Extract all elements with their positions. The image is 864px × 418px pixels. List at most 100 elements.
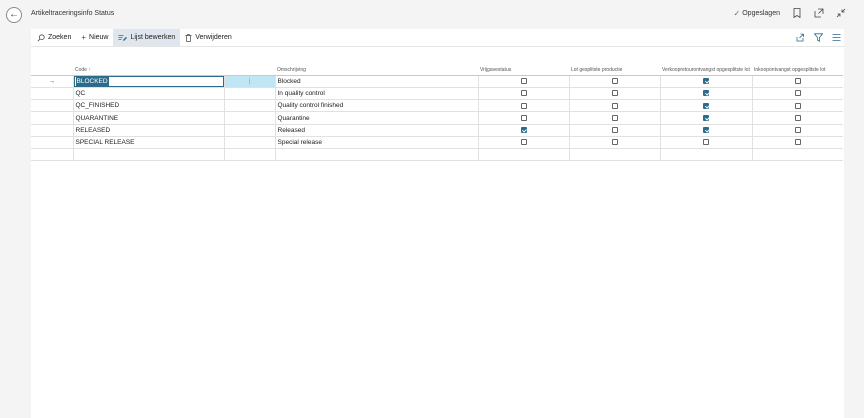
purchase-receipt-split-lot-checkbox[interactable] — [794, 139, 801, 146]
release-status-checkbox[interactable] — [520, 127, 527, 134]
filter-icon[interactable] — [813, 32, 823, 42]
list-view-actions — [795, 32, 841, 42]
purchase-receipt-split-lot-cell — [751, 124, 843, 137]
check-icon: ✓ — [733, 8, 741, 18]
description-cell[interactable]: Quality control finished — [274, 99, 478, 113]
code-cell[interactable]: QC — [72, 87, 224, 101]
row-menu-cell[interactable]: ⋮ — [223, 75, 275, 88]
code-input[interactable]: BLOCKED — [74, 75, 224, 87]
description-cell[interactable]: Blocked — [274, 75, 478, 88]
table-row[interactable]: → BLOCKED ⋮ Blocked — [31, 75, 843, 88]
search-button[interactable]: Zoeken — [31, 29, 76, 46]
sales-return-split-lot-checkbox[interactable] — [703, 127, 709, 134]
purchase-receipt-split-lot-checkbox[interactable] — [794, 77, 801, 84]
code-cell[interactable]: BLOCKED — [72, 75, 224, 88]
row-indicator-cell — [31, 148, 73, 162]
sales-return-split-lot-checkbox[interactable] — [703, 114, 709, 121]
release-status-checkbox[interactable] — [520, 77, 527, 84]
row-indicator-cell — [31, 99, 73, 113]
code-cell[interactable]: QUARANTINE — [72, 111, 224, 125]
purchase-receipt-split-lot-cell — [751, 111, 843, 125]
edit-list-button[interactable]: Lijst bewerken — [113, 29, 181, 46]
code-cell[interactable]: QC_FINISHED — [72, 99, 224, 113]
search-icon — [37, 33, 45, 42]
row-indicator-cell — [31, 111, 73, 125]
column-header-purchase-receipt-split-lot[interactable]: Inkoopontvangst opgesplitste lot — [752, 55, 843, 76]
lot-split-production-checkbox[interactable] — [611, 127, 618, 134]
plus-icon: + — [81, 33, 87, 42]
sales-return-split-lot-cell — [659, 136, 752, 150]
new-button[interactable]: + Nieuw — [76, 29, 113, 46]
row-indicator-cell: → — [31, 75, 73, 88]
row-menu-cell — [223, 136, 275, 150]
purchase-receipt-split-lot-checkbox[interactable] — [794, 114, 801, 121]
sales-return-split-lot-checkbox[interactable] — [703, 77, 709, 84]
saved-status: ✓ Opgeslagen — [734, 9, 780, 18]
edit-list-label: Lijst bewerken — [130, 34, 176, 41]
release-status-checkbox[interactable] — [520, 90, 527, 97]
release-status-checkbox[interactable] — [520, 139, 527, 146]
column-header-code[interactable]: Code ↑ — [73, 55, 224, 76]
release-status-cell — [477, 99, 569, 113]
delete-button[interactable]: Verwijderen — [180, 29, 237, 46]
sales-return-split-lot-cell — [659, 87, 752, 101]
table-row[interactable]: QUARANTINE Quarantine — [31, 111, 843, 125]
sales-return-split-lot-cell — [659, 75, 752, 88]
table-row[interactable]: RELEASED Released — [31, 124, 843, 137]
status-table: Code ↑ Omschrijving Vrijgavestatus Lot g… — [31, 55, 843, 162]
lot-split-production-checkbox[interactable] — [611, 114, 618, 121]
edit-list-icon — [118, 34, 128, 42]
description-cell[interactable]: In quality control — [274, 87, 478, 101]
sales-return-split-lot-cell — [659, 148, 752, 162]
new-row[interactable] — [31, 148, 843, 162]
release-status-checkbox[interactable] — [520, 102, 527, 109]
table-row[interactable]: QC_FINISHED Quality control finished — [31, 99, 843, 113]
lot-split-production-cell — [568, 75, 660, 88]
release-status-cell — [477, 75, 569, 88]
share-icon[interactable] — [795, 32, 805, 42]
page-title: Artikeltraceringsinfo Status — [31, 10, 115, 17]
lot-split-production-checkbox[interactable] — [611, 139, 618, 146]
release-status-checkbox[interactable] — [520, 114, 527, 121]
column-header-release-status[interactable]: Vrijgavestatus — [478, 55, 569, 76]
open-new-window-icon[interactable] — [814, 8, 824, 18]
description-cell[interactable]: Quarantine — [274, 111, 478, 125]
code-cell[interactable]: RELEASED — [72, 124, 224, 137]
purchase-receipt-split-lot-checkbox[interactable] — [794, 102, 801, 109]
purchase-receipt-split-lot-checkbox[interactable] — [794, 127, 801, 134]
code-cell[interactable]: SPECIAL RELEASE — [72, 136, 224, 150]
release-status-cell — [477, 111, 569, 125]
sales-return-split-lot-checkbox[interactable] — [703, 139, 709, 146]
lot-split-production-cell — [568, 136, 660, 150]
delete-label: Verwijderen — [195, 34, 232, 41]
more-vertical-icon[interactable]: ⋮ — [246, 78, 253, 85]
release-status-cell — [477, 124, 569, 137]
table-row[interactable]: QC In quality control — [31, 87, 843, 101]
description-cell[interactable]: Special release — [274, 136, 478, 150]
column-header-description[interactable]: Omschrijving — [275, 55, 478, 76]
lot-split-production-checkbox[interactable] — [611, 102, 618, 109]
row-menu-cell — [223, 148, 275, 162]
table-body: → BLOCKED ⋮ Blocked QC In quality contro… — [31, 75, 843, 162]
bookmark-icon[interactable] — [792, 8, 802, 18]
code-cell[interactable] — [72, 148, 224, 162]
back-arrow-icon[interactable]: ← — [6, 7, 22, 23]
release-status-cell — [477, 148, 569, 162]
sales-return-split-lot-checkbox[interactable] — [703, 90, 709, 97]
saved-label: Opgeslagen — [742, 9, 780, 17]
lot-split-production-checkbox[interactable] — [611, 90, 618, 97]
page-actions: ✓ Opgeslagen — [734, 8, 846, 18]
purchase-receipt-split-lot-checkbox[interactable] — [794, 90, 801, 97]
table-row[interactable]: SPECIAL RELEASE Special release — [31, 136, 843, 150]
sales-return-split-lot-cell — [659, 99, 752, 113]
description-cell[interactable]: Released — [274, 124, 478, 137]
release-status-cell — [477, 136, 569, 150]
sales-return-split-lot-cell — [659, 111, 752, 125]
sales-return-split-lot-checkbox[interactable] — [703, 102, 709, 109]
column-header-lot-split-production[interactable]: Lot gesplitste productie — [569, 55, 660, 76]
list-view-icon[interactable] — [831, 32, 841, 42]
collapse-icon[interactable] — [836, 8, 846, 18]
description-cell[interactable] — [274, 148, 478, 162]
lot-split-production-checkbox[interactable] — [611, 77, 618, 84]
column-header-sales-return-split-lot[interactable]: Verkoopretourontvangst opgesplitste lot — [660, 55, 752, 76]
